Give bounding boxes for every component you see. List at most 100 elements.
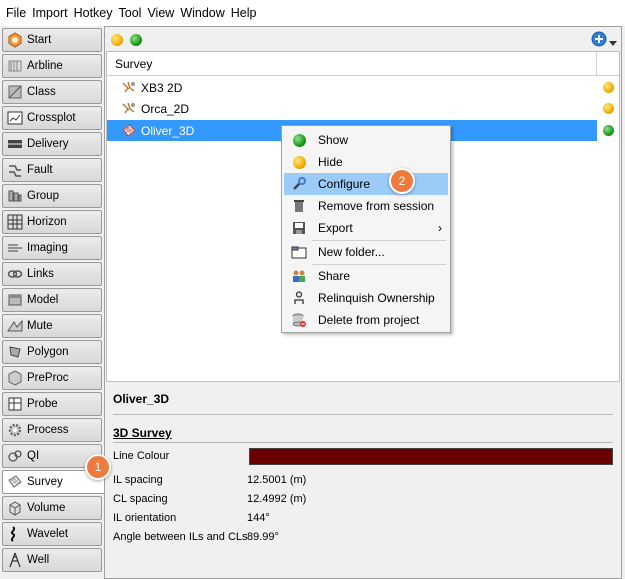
sidebar-item-label: Crossplot	[27, 112, 76, 124]
menu-item-configure[interactable]: Configure	[284, 173, 448, 195]
horizon-icon	[7, 214, 23, 230]
menu-file[interactable]: File	[4, 6, 30, 20]
menu-item-show[interactable]: Show	[284, 129, 448, 151]
show-green-filter-icon[interactable]	[130, 34, 142, 46]
menu-item-label: Export	[318, 221, 353, 235]
menu-hotkey[interactable]: Hotkey	[72, 6, 117, 20]
sidebar-item-well[interactable]: Well	[2, 548, 102, 572]
cl-spacing-value: 12.4992 (m)	[247, 493, 307, 505]
menu-item-label: New folder...	[318, 245, 385, 259]
menu-item-delete-from-project[interactable]: Delete from project	[284, 309, 448, 331]
menu-item-new-folder[interactable]: New folder...	[284, 241, 448, 263]
list-item[interactable]: Orca_2D	[107, 98, 597, 119]
sidebar-item-model[interactable]: Model	[2, 288, 102, 312]
sidebar-item-delivery[interactable]: Delivery	[2, 132, 102, 156]
process-icon	[7, 422, 23, 438]
start-icon	[7, 32, 23, 48]
column-header-survey[interactable]: Survey	[107, 52, 597, 76]
sidebar-item-label: Class	[27, 86, 56, 98]
il-spacing-value: 12.5001 (m)	[247, 474, 307, 486]
sidebar-item-label: Arbline	[27, 60, 63, 72]
sidebar-item-volume[interactable]: Volume	[2, 496, 102, 520]
list-item-label: Orca_2D	[141, 101, 190, 116]
callout-badge-2: 2	[389, 168, 415, 194]
trash-icon	[290, 198, 308, 214]
sidebar-item-links[interactable]: Links	[2, 262, 102, 286]
sidebar-item-imaging[interactable]: Imaging	[2, 236, 102, 260]
menu-item-label: Remove from session	[318, 199, 435, 213]
wrench-icon	[290, 176, 308, 192]
sidebar-item-label: Start	[27, 34, 52, 46]
model-icon	[7, 292, 23, 308]
survey-2d-icon	[121, 80, 141, 96]
sidebar-item-arbline[interactable]: Arbline	[2, 54, 102, 78]
sidebar-item-label: Process	[27, 424, 69, 436]
sidebar-item-process[interactable]: Process	[2, 418, 102, 442]
imaging-icon	[7, 240, 23, 256]
toolbar	[105, 27, 621, 51]
menu-view[interactable]: View	[145, 6, 178, 20]
delivery-icon	[7, 136, 23, 152]
menu-item-label: Share	[318, 269, 351, 283]
menu-help[interactable]: Help	[229, 6, 261, 20]
sidebar-item-label: Fault	[27, 164, 53, 176]
line-colour-swatch[interactable]	[249, 448, 613, 465]
qi-icon	[7, 448, 23, 464]
fault-icon	[7, 162, 23, 178]
survey-3d-icon	[121, 123, 141, 139]
sidebar-item-label: Probe	[27, 398, 58, 410]
probe-icon	[7, 396, 23, 412]
sidebar: Start Arbline Class Crossplot Delivery F…	[0, 26, 105, 579]
sidebar-item-wavelet[interactable]: Wavelet	[2, 522, 102, 546]
cl-spacing-label: CL spacing	[113, 493, 168, 505]
menu-import[interactable]: Import	[30, 6, 71, 20]
list-item-label: Oliver_3D	[141, 123, 195, 138]
add-icon[interactable]	[591, 31, 607, 47]
group-icon	[7, 188, 23, 204]
crossplot-icon	[7, 110, 23, 126]
menu-item-hide[interactable]: Hide	[284, 151, 448, 173]
show-yellow-filter-icon[interactable]	[111, 34, 123, 46]
sidebar-item-class[interactable]: Class	[2, 80, 102, 104]
menu-tool[interactable]: Tool	[117, 6, 146, 20]
menu-item-export[interactable]: Export ›	[284, 217, 448, 239]
green-dot-icon	[290, 132, 308, 148]
sidebar-item-group[interactable]: Group	[2, 184, 102, 208]
menu-item-relinquish-ownership[interactable]: Relinquish Ownership	[284, 287, 448, 309]
sidebar-item-label: Links	[27, 268, 54, 280]
links-icon	[7, 266, 23, 282]
callout-badge-1: 1	[85, 454, 111, 480]
sidebar-item-label: Mute	[27, 320, 53, 332]
preproc-icon	[7, 370, 23, 386]
list-item[interactable]: XB3 2D	[107, 77, 597, 98]
sidebar-item-label: Horizon	[27, 216, 67, 228]
volume-icon	[7, 500, 23, 516]
menu-item-remove-from-session[interactable]: Remove from session	[284, 195, 448, 217]
sidebar-item-polygon[interactable]: Polygon	[2, 340, 102, 364]
sidebar-item-label: Group	[27, 190, 59, 202]
divider	[113, 414, 613, 415]
sidebar-item-label: PreProc	[27, 372, 69, 384]
sidebar-item-crossplot[interactable]: Crossplot	[2, 106, 102, 130]
sidebar-item-horizon[interactable]: Horizon	[2, 210, 102, 234]
sidebar-item-label: Model	[27, 294, 59, 306]
sidebar-item-mute[interactable]: Mute	[2, 314, 102, 338]
sidebar-item-probe[interactable]: Probe	[2, 392, 102, 416]
folder-icon	[290, 244, 308, 260]
angle-value: 89.99°	[247, 531, 279, 543]
menu-item-label: Hide	[318, 155, 343, 169]
details-title: Oliver_3D	[113, 392, 170, 406]
menu-item-share[interactable]: Share	[284, 265, 448, 287]
chevron-right-icon: ›	[438, 221, 442, 235]
il-spacing-label: IL spacing	[113, 474, 163, 486]
status-yellow-icon	[603, 103, 614, 114]
arbline-icon	[7, 58, 23, 74]
il-orientation-value: 144°	[247, 512, 270, 524]
survey-2d-icon	[121, 101, 141, 117]
menu-item-label: Relinquish Ownership	[318, 291, 435, 305]
chevron-down-icon[interactable]	[609, 36, 617, 46]
menu-window[interactable]: Window	[178, 6, 228, 20]
sidebar-item-start[interactable]: Start	[2, 28, 102, 52]
sidebar-item-preproc[interactable]: PreProc	[2, 366, 102, 390]
sidebar-item-fault[interactable]: Fault	[2, 158, 102, 182]
